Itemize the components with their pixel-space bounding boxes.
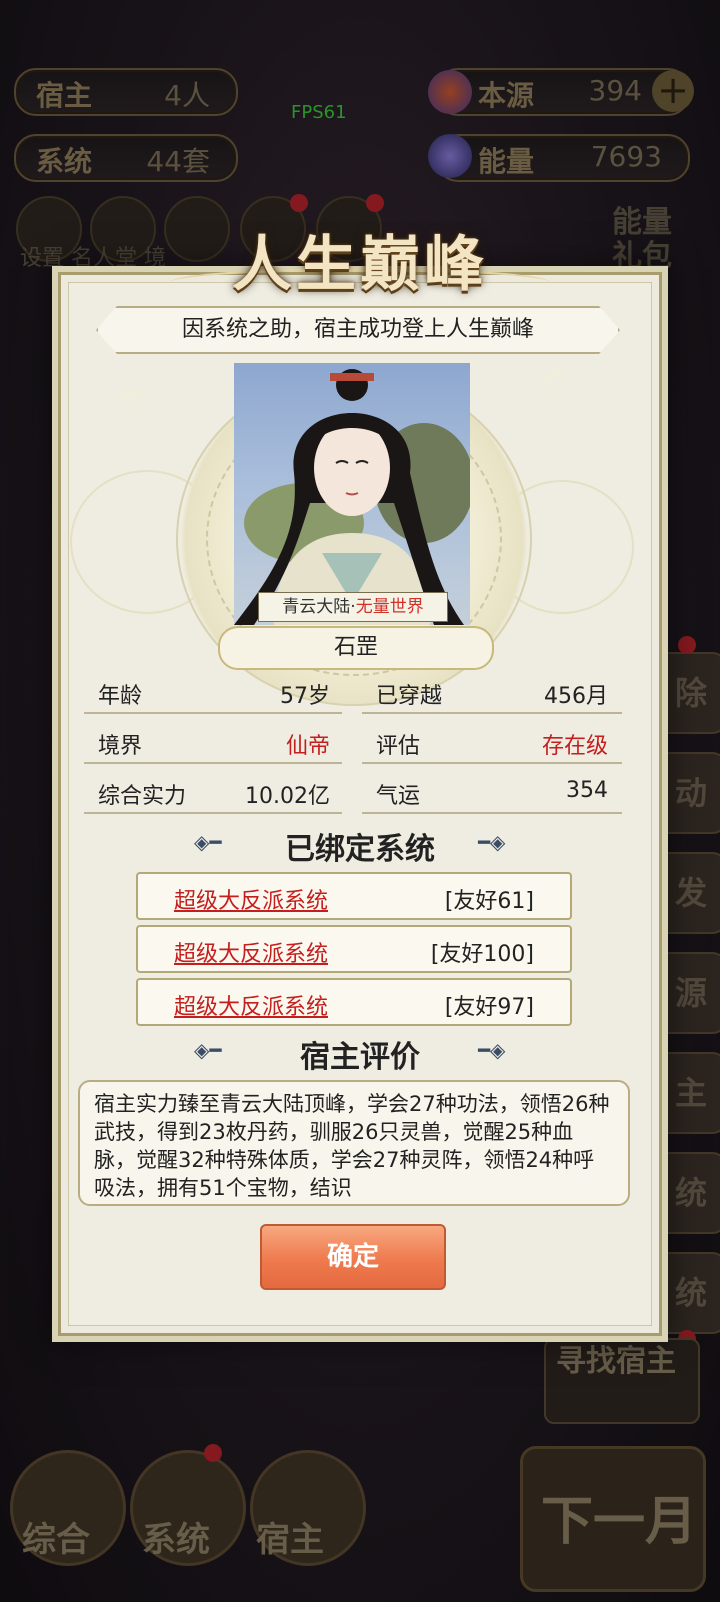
bound-systems-title: 已绑定系统 xyxy=(285,832,435,867)
system-entry[interactable]: 超级大反派系统 [友好97] xyxy=(136,978,572,1026)
system-entry[interactable]: 超级大反派系统 [友好61] xyxy=(136,872,572,920)
crane-icon: 🕊 xyxy=(540,370,568,395)
world-type: 无量世界 xyxy=(355,597,424,617)
stat-value: 456月 xyxy=(544,684,608,709)
friendship-value: [友好61] xyxy=(444,889,534,914)
stat-power: 综合实力 10.02亿 xyxy=(84,772,344,812)
divider xyxy=(84,812,342,814)
world-tag: 青云大陆·无量世界 xyxy=(258,592,448,622)
system-name-link[interactable]: 超级大反派系统 xyxy=(174,883,328,915)
stat-label: 评估 xyxy=(376,734,421,759)
stat-label: 综合实力 xyxy=(98,784,187,809)
diamond-ornament-icon: ━◈ xyxy=(478,830,506,854)
confirm-button[interactable]: 确定 xyxy=(260,1224,446,1290)
stat-value: 10.02亿 xyxy=(245,784,330,809)
friendship-value: [友好100] xyxy=(430,942,534,967)
achievement-banner: 因系统之助，宿主成功登上人生巅峰 xyxy=(96,306,620,354)
world-name: 青云大陆· xyxy=(282,597,356,617)
stat-label: 气运 xyxy=(376,784,421,809)
stat-label: 境界 xyxy=(98,734,143,759)
stat-label: 已穿越 xyxy=(376,684,443,709)
divider xyxy=(362,812,622,814)
divider xyxy=(84,712,342,714)
stat-value: 存在级 xyxy=(541,734,608,759)
stat-luck: 气运 354 xyxy=(362,772,622,812)
friendship-value: [友好97] xyxy=(444,995,534,1020)
evaluation-scroll-box[interactable]: 宿主实力臻至青云大陆顶峰，学会27种功法，领悟26种武技，得到23枚丹药，驯服2… xyxy=(78,1080,630,1206)
system-name-link[interactable]: 超级大反派系统 xyxy=(174,936,328,968)
dialog-title: 人生巅峰 xyxy=(232,230,488,300)
system-name-link[interactable]: 超级大反派系统 xyxy=(174,989,328,1021)
system-entry[interactable]: 超级大反派系统 [友好100] xyxy=(136,925,572,973)
crane-icon: 🕊 xyxy=(118,388,146,413)
diamond-ornament-icon: ━◈ xyxy=(478,1038,506,1062)
stat-value: 仙帝 xyxy=(285,734,330,759)
host-name-plate: 石罡 xyxy=(218,626,494,670)
stat-value: 354 xyxy=(566,778,608,803)
divider xyxy=(84,762,342,764)
stat-traveled: 已穿越 456月 xyxy=(362,672,622,712)
divider xyxy=(362,712,622,714)
stat-age: 年龄 57岁 xyxy=(84,672,344,712)
host-evaluation-title: 宿主评价 xyxy=(300,1040,420,1075)
stat-assessment: 评估 存在级 xyxy=(362,722,622,762)
character-illustration xyxy=(234,369,470,625)
evaluation-text: 宿主实力臻至青云大陆顶峰，学会27种功法，领悟26种武技，得到23枚丹药，驯服2… xyxy=(94,1092,610,1200)
stat-value: 57岁 xyxy=(280,684,330,709)
stat-label: 年龄 xyxy=(98,684,143,709)
host-portrait xyxy=(234,363,470,625)
divider xyxy=(362,762,622,764)
stat-realm: 境界 仙帝 xyxy=(84,722,344,762)
